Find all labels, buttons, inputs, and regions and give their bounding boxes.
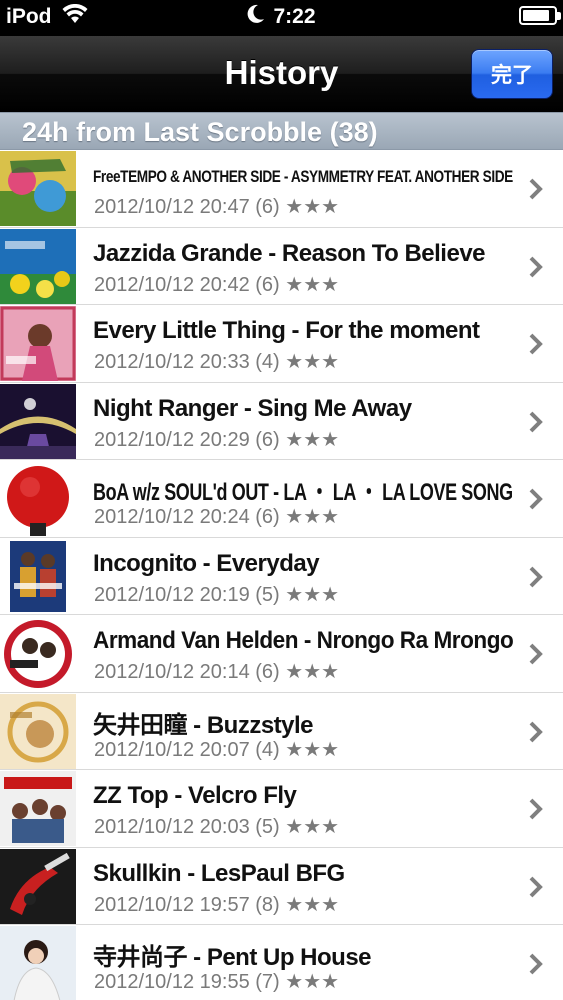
list-item[interactable]: Jazzida Grande - Reason To Believe 2012/… <box>0 227 563 305</box>
chevron-right-icon <box>529 256 543 277</box>
list-item[interactable]: 矢井田瞳 - Buzzstyle 2012/10/12 20:07 (4) ★★… <box>0 692 563 770</box>
album-art <box>0 926 76 1000</box>
track-subtitle: 2012/10/12 20:47 (6) ★★★ <box>94 196 340 218</box>
chevron-right-icon <box>529 876 543 897</box>
list-item[interactable]: Night Ranger - Sing Me Away 2012/10/12 2… <box>0 382 563 460</box>
track-subtitle: 2012/10/12 20:24 (6) ★★★ <box>94 506 340 528</box>
track-subtitle: 2012/10/12 19:55 (7) ★★★ <box>94 971 340 993</box>
clock-time: 7:22 <box>273 5 316 28</box>
chevron-right-icon <box>529 411 543 432</box>
list-item[interactable]: 寺井尚子 - Pent Up House 2012/10/12 19:55 (7… <box>0 925 563 1000</box>
list-item[interactable]: FreeTEMPO & ANOTHER SIDE - ASYMMETRY FEA… <box>0 150 563 228</box>
list-item[interactable]: Every Little Thing - For the moment 2012… <box>0 305 563 383</box>
track-title: 矢井田瞳 - Buzzstyle <box>93 711 314 739</box>
album-art <box>0 771 76 846</box>
chevron-right-icon <box>529 566 543 587</box>
chevron-right-icon <box>529 488 543 510</box>
list-item[interactable]: Skullkin - LesPaul BFG 2012/10/12 19:57 … <box>0 847 563 925</box>
list-item[interactable]: ZZ Top - Velcro Fly 2012/10/12 20:03 (5)… <box>0 770 563 848</box>
album-art <box>0 151 76 226</box>
album-art <box>0 848 76 924</box>
chevron-right-icon <box>529 643 543 665</box>
album-art <box>0 383 76 459</box>
list-item[interactable]: BoA w/z SOUL'd OUT - LA ・ LA ・ LA LOVE S… <box>0 460 563 538</box>
track-title: Jazzida Grande - Reason To Believe <box>93 239 486 267</box>
album-art <box>0 616 76 691</box>
section-header: 24h from Last Scrobble (38) <box>0 112 563 150</box>
list-item[interactable]: Armand Van Helden - Nrongo Ra Mrongo 201… <box>0 615 563 693</box>
chevron-right-icon <box>529 178 543 200</box>
track-title: Incognito - Everyday <box>93 549 320 577</box>
track-subtitle: 2012/10/12 20:33 (4) ★★★ <box>94 351 340 373</box>
track-title: Skullkin - LesPaul BFG <box>93 859 345 887</box>
track-title: ZZ Top - Velcro Fly <box>93 782 297 809</box>
track-subtitle: 2012/10/12 20:07 (4) ★★★ <box>94 738 340 761</box>
track-title: BoA w/z SOUL'd OUT - LA ・ LA ・ LA LOVE S… <box>93 479 513 506</box>
track-subtitle: 2012/10/12 20:42 (6) ★★★ <box>94 273 340 296</box>
track-subtitle: 2012/10/12 20:19 (5) ★★★ <box>94 583 340 606</box>
status-bar: iPod 7:22 <box>0 0 563 36</box>
track-title: Every Little Thing - For the moment <box>93 317 480 344</box>
history-list: FreeTEMPO & ANOTHER SIDE - ASYMMETRY FEA… <box>0 150 563 1000</box>
track-title: Armand Van Helden - Nrongo Ra Mrongo <box>93 627 514 654</box>
album-art <box>0 228 76 304</box>
track-title: Night Ranger - Sing Me Away <box>93 394 412 422</box>
track-subtitle: 2012/10/12 20:03 (5) ★★★ <box>94 816 340 838</box>
album-art <box>0 306 76 381</box>
battery-icon <box>519 6 561 25</box>
album-art <box>0 461 76 536</box>
track-title: FreeTEMPO & ANOTHER SIDE - ASYMMETRY FEA… <box>93 167 513 186</box>
track-subtitle: 2012/10/12 20:14 (6) ★★★ <box>94 661 340 683</box>
album-art <box>0 693 76 769</box>
list-item[interactable]: Incognito - Everyday 2012/10/12 20:19 (5… <box>0 537 563 615</box>
track-title: 寺井尚子 - Pent Up House <box>93 944 372 971</box>
track-subtitle: 2012/10/12 19:57 (8) ★★★ <box>94 893 340 916</box>
chevron-right-icon <box>529 721 543 742</box>
track-subtitle: 2012/10/12 20:29 (6) ★★★ <box>94 428 340 451</box>
navigation-bar: History 完了 <box>0 36 563 112</box>
moon-icon <box>247 4 265 30</box>
chevron-right-icon <box>529 798 543 820</box>
chevron-right-icon <box>529 953 543 975</box>
done-button[interactable]: 完了 <box>471 49 553 99</box>
chevron-right-icon <box>529 333 543 355</box>
album-art <box>0 538 76 614</box>
